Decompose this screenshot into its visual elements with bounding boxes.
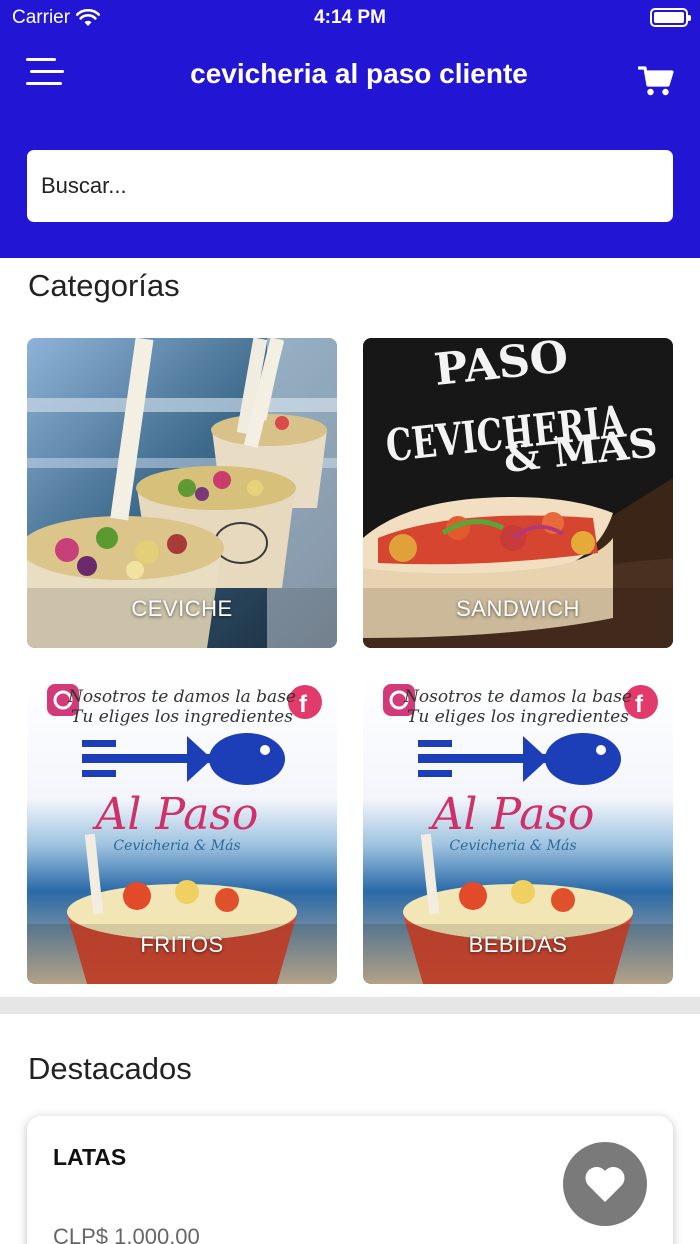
battery-icon <box>650 8 691 27</box>
svg-text:f: f <box>299 691 308 718</box>
poster-slogan-1: Nosotros te damos la base <box>403 687 632 707</box>
category-label: CEVICHE <box>131 596 233 621</box>
category-card-bebidas[interactable]: f Nosotros te damos la base Tu eliges lo… <box>363 674 673 984</box>
section-divider <box>0 997 700 1014</box>
product-price: CLP$ 1.000,00 <box>53 1224 200 1244</box>
poster-slogan-2: Tu eliges los ingredientes <box>407 707 629 727</box>
category-label: BEBIDAS <box>468 932 568 957</box>
poster-tagline: Cevicheria & Más <box>113 838 240 854</box>
svg-text:f: f <box>635 691 644 718</box>
product-name: LATAS <box>53 1144 127 1170</box>
cart-button[interactable] <box>637 64 674 98</box>
favorite-button[interactable] <box>563 1142 647 1226</box>
search-input[interactable] <box>41 173 659 199</box>
featured-product-card[interactable]: LATAS CLP$ 1.000,00 <box>27 1116 673 1244</box>
category-label: FRITOS <box>140 932 224 957</box>
status-time: 4:14 PM <box>314 7 386 28</box>
category-label: SANDWICH <box>456 596 580 621</box>
categories-title: Categorías <box>28 268 180 303</box>
featured-title: Destacados <box>28 1051 192 1086</box>
app-header: Carrier 4:14 PM cevicheria al paso clien… <box>0 0 700 258</box>
status-bar: Carrier 4:14 PM <box>0 0 700 36</box>
category-card-fritos[interactable]: f Nosotros te damos la base Tu eliges lo… <box>27 674 337 984</box>
poster-tagline: Cevicheria & Más <box>449 838 576 854</box>
nav-bar: cevicheria al paso cliente <box>0 40 700 120</box>
category-card-sandwich[interactable]: PASO CEVICHERIA & MAS SANDWICH <box>363 338 673 648</box>
shopping-cart-icon <box>637 66 674 96</box>
poster-slogan-2: Tu eliges los ingredientes <box>71 707 293 727</box>
search-bar[interactable] <box>27 150 673 222</box>
category-card-ceviche[interactable]: CEVICHE <box>27 338 337 648</box>
poster-brand: Al Paso <box>92 789 259 840</box>
app-title: cevicheria al paso cliente <box>190 58 528 89</box>
poster-slogan-1: Nosotros te damos la base <box>67 687 296 707</box>
poster-brand: Al Paso <box>428 789 595 840</box>
app-screen: Carrier 4:14 PM cevicheria al paso clien… <box>0 0 700 1244</box>
heart-icon <box>585 1166 625 1202</box>
